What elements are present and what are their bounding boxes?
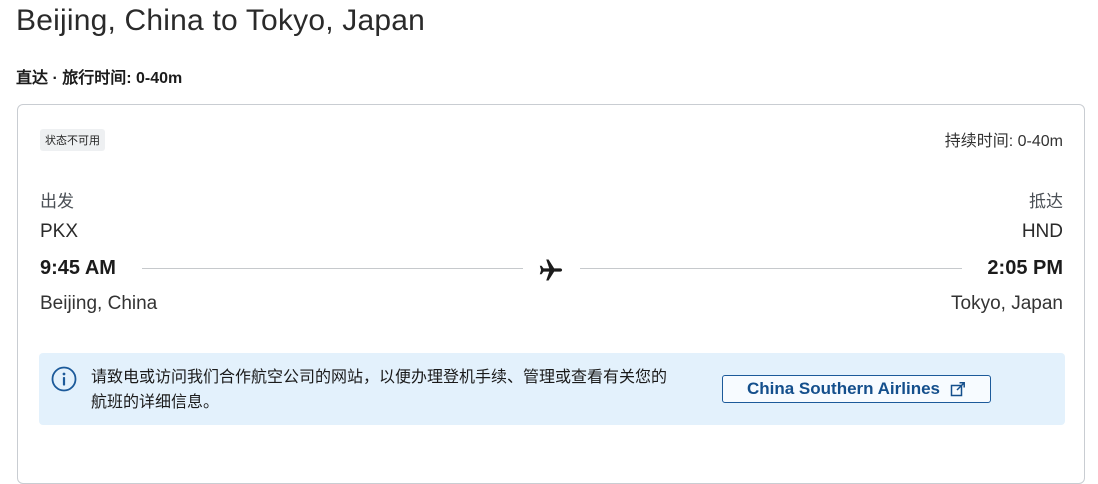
notice-text: 请致电或访问我们合作航空公司的网站，以便办理登机手续、管理或查看有关您的航班的详…	[91, 369, 668, 411]
departure-label: 出发	[40, 192, 74, 211]
flight-card: 状态不可用 持续时间: 0-40m 出发 PKX 9:45 AM Beijing…	[17, 104, 1085, 484]
route-line-left	[142, 268, 523, 269]
airplane-icon	[539, 259, 563, 281]
flight-duration: 持续时间: 0-40m	[944, 133, 1063, 150]
arrival-airport: HND	[1021, 221, 1063, 242]
external-link-icon	[950, 382, 965, 397]
departure-city: Beijing, China	[40, 293, 158, 314]
arrival-time: 2:05 PM	[987, 257, 1063, 279]
trip-summary: 直达 · 旅行时间: 0-40m	[16, 70, 183, 87]
arrival-city: Tokyo, Japan	[951, 293, 1063, 314]
airline-website-link[interactable]: China Southern Airlines	[722, 375, 991, 403]
status-badge: 状态不可用	[40, 129, 105, 151]
departure-info: 出发 PKX 9:45 AM Beijing, China	[40, 187, 157, 315]
airline-link-label: China Southern Airlines	[746, 379, 940, 398]
page-title: Beijing, China to Tokyo, Japan	[16, 4, 426, 37]
arrival-info: 抵达 HND 2:05 PM Tokyo, Japan	[951, 187, 1063, 315]
route-line-right	[580, 268, 962, 269]
departure-time: 9:45 AM	[40, 257, 116, 279]
arrival-label: 抵达	[1029, 192, 1063, 211]
departure-airport: PKX	[40, 221, 79, 242]
info-icon	[51, 366, 77, 392]
partner-notice: 请致电或访问我们合作航空公司的网站，以便办理登机手续、管理或查看有关您的航班的详…	[39, 353, 1065, 425]
